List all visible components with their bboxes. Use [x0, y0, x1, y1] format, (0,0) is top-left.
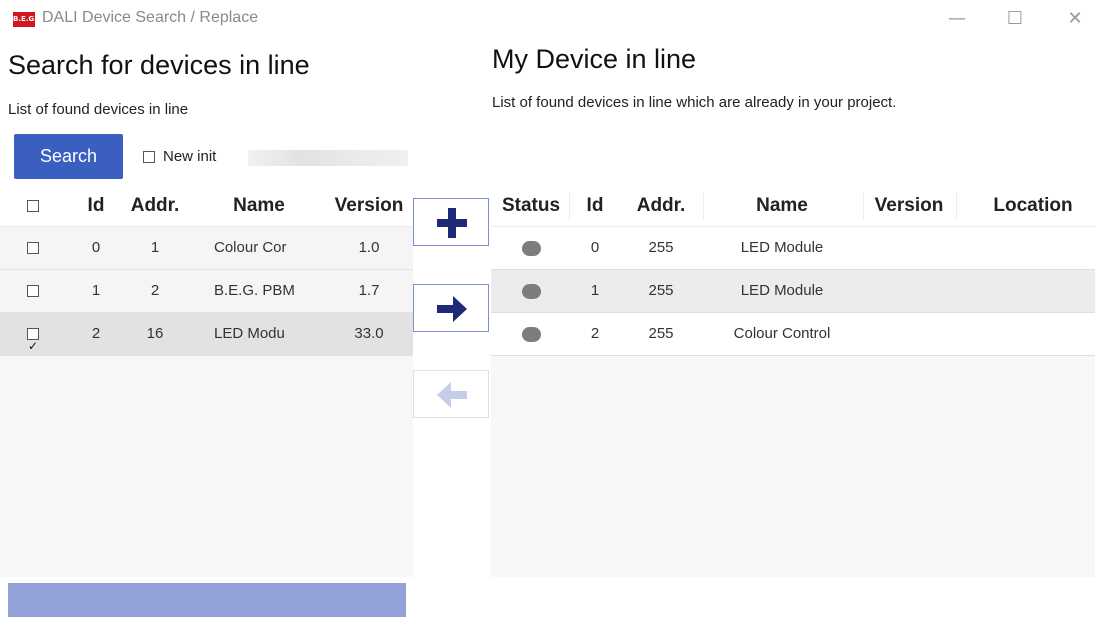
column-divider — [863, 192, 864, 220]
row-checkbox-cell[interactable] — [18, 227, 48, 269]
cell-version: 1.0 — [358, 239, 380, 256]
maximize-button[interactable]: ☐ — [995, 6, 1035, 32]
status-indicator-icon — [521, 283, 541, 299]
column-header-status[interactable]: Status — [495, 186, 567, 226]
plus-icon — [437, 208, 467, 238]
table-header: Id Addr. Name Version — [0, 186, 413, 227]
replace-device-button[interactable] — [413, 284, 489, 332]
my-devices-table: Status Id Addr. Name Version Location 0 … — [491, 186, 1095, 356]
column-header-version[interactable]: Version — [325, 186, 413, 226]
cell-id: 2 — [91, 325, 101, 342]
cell-addr: 2 — [150, 282, 160, 299]
new-init-label: New init — [163, 148, 217, 165]
column-header-id[interactable]: Id — [577, 186, 613, 226]
arrow-right-icon — [437, 296, 467, 322]
row-checkbox-cell[interactable] — [18, 270, 48, 312]
search-button[interactable]: Search — [14, 134, 123, 179]
cell-location — [981, 270, 1085, 312]
status-cell — [495, 313, 567, 355]
column-header-id[interactable]: Id — [78, 186, 114, 226]
cell-id: 0 — [590, 239, 600, 256]
column-divider — [956, 192, 957, 220]
arrow-left-icon — [437, 382, 467, 408]
column-header-name[interactable]: Name — [711, 186, 853, 226]
cell-location — [981, 313, 1085, 355]
table-row[interactable]: 0 255 LED Module — [491, 227, 1095, 270]
remove-device-button[interactable] — [413, 370, 489, 418]
cell-name: Colour Cor — [214, 239, 287, 256]
row-checkbox-checked[interactable] — [27, 325, 39, 355]
minimize-button[interactable]: — — [937, 6, 977, 32]
status-indicator-icon — [521, 240, 541, 256]
app-logo-icon: B.E.G. — [13, 12, 37, 27]
cell-addr: 255 — [648, 282, 674, 299]
column-header-location[interactable]: Location — [981, 186, 1085, 226]
title-bar: B.E.G. DALI Device Search / Replace — ☐ … — [0, 0, 1095, 38]
column-divider — [569, 192, 570, 220]
select-all-header[interactable] — [18, 186, 48, 226]
search-panel-subtitle: List of found devices in line — [8, 101, 189, 118]
cell-id: 0 — [91, 239, 101, 256]
cell-addr: 16 — [146, 325, 164, 342]
redacted-field — [248, 150, 408, 166]
table-row-selected[interactable]: 2 16 LED Modu 33.0 — [0, 313, 413, 356]
cell-name: Colour Control — [733, 325, 831, 342]
row-checkbox[interactable] — [27, 242, 39, 255]
cell-name: LED Module — [740, 239, 824, 256]
column-header-addr[interactable]: Addr. — [623, 186, 699, 226]
status-cell — [495, 227, 567, 269]
cell-id: 1 — [590, 282, 600, 299]
cell-id: 2 — [590, 325, 600, 342]
cell-addr: 255 — [648, 239, 674, 256]
cell-name: B.E.G. PBM — [214, 282, 295, 299]
my-device-panel-title: My Device in line — [492, 44, 697, 74]
cell-version — [865, 313, 953, 355]
window-title: DALI Device Search / Replace — [42, 9, 259, 26]
cell-version — [865, 227, 953, 269]
column-header-version[interactable]: Version — [865, 186, 953, 226]
table-row[interactable]: 2 255 Colour Control — [491, 313, 1095, 356]
search-panel-title: Search for devices in line — [8, 50, 310, 80]
column-header-addr[interactable]: Addr. — [122, 186, 188, 226]
select-all-checkbox[interactable] — [27, 199, 39, 212]
cell-name: LED Module — [740, 282, 824, 299]
close-button[interactable]: ✕ — [1055, 6, 1095, 32]
table-header: Status Id Addr. Name Version Location — [491, 186, 1095, 227]
new-init-option[interactable]: New init — [143, 148, 216, 165]
status-cell — [495, 270, 567, 312]
new-init-checkbox[interactable] — [143, 151, 155, 164]
bottom-action-bar[interactable] — [8, 583, 406, 617]
cell-addr: 1 — [150, 239, 160, 256]
column-header-name[interactable]: Name — [200, 186, 318, 226]
table-row[interactable]: 1 255 LED Module — [491, 270, 1095, 313]
cell-name: LED Modu — [214, 325, 285, 342]
add-device-button[interactable] — [413, 198, 489, 246]
table-row[interactable]: 1 2 B.E.G. PBM 1.7 — [0, 270, 413, 313]
row-checkbox-cell[interactable] — [18, 313, 48, 355]
table-row[interactable]: 0 1 Colour Cor 1.0 — [0, 227, 413, 270]
cell-addr: 255 — [648, 325, 674, 342]
column-divider — [703, 192, 704, 220]
found-devices-table: Id Addr. Name Version 0 1 Colour Cor 1.0… — [0, 186, 413, 356]
status-indicator-icon — [521, 326, 541, 342]
my-device-panel-subtitle: List of found devices in line which are … — [492, 94, 897, 111]
cell-version — [865, 270, 953, 312]
cell-location — [981, 227, 1085, 269]
cell-version: 33.0 — [354, 325, 384, 342]
row-checkbox[interactable] — [27, 285, 39, 298]
cell-id: 1 — [91, 282, 101, 299]
cell-version: 1.7 — [358, 282, 380, 299]
